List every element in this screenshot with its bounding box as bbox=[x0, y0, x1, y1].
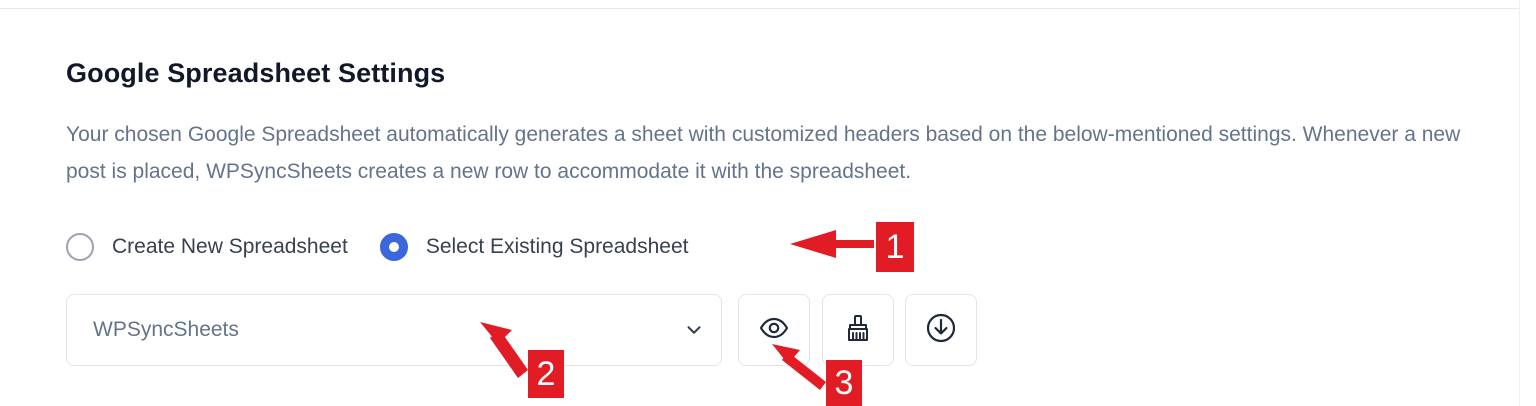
callout-2-badge: 2 bbox=[528, 350, 564, 398]
callout-1-badge: 1 bbox=[876, 222, 914, 272]
annotation-arrows bbox=[480, 230, 874, 390]
callout-3-arrow bbox=[772, 344, 826, 390]
callout-3-badge: 3 bbox=[826, 360, 862, 406]
callout-1-arrow bbox=[790, 230, 874, 258]
callout-2-arrow bbox=[480, 322, 528, 378]
